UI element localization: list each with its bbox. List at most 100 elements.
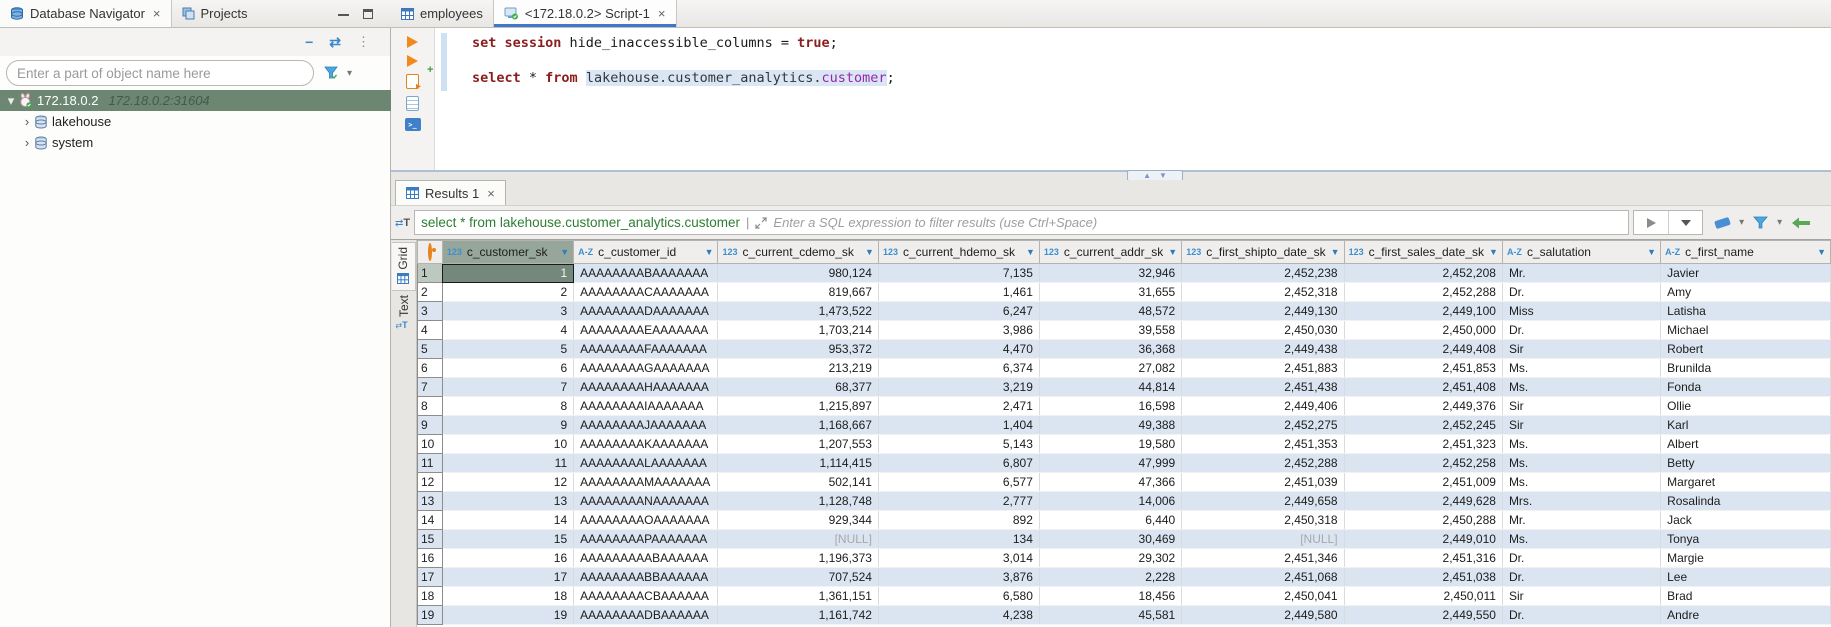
cell-c_current_cdemo_sk[interactable]: 1,473,522 bbox=[718, 302, 878, 321]
cell-c_first_shipto_date_sk[interactable]: 2,449,130 bbox=[1182, 302, 1344, 321]
row-number[interactable]: 8 bbox=[418, 397, 443, 416]
row-number[interactable]: 5 bbox=[418, 340, 443, 359]
tab-employees[interactable]: employees bbox=[391, 0, 493, 27]
cell-c_customer_sk[interactable]: 18 bbox=[442, 587, 573, 606]
cell-c_salutation[interactable]: Ms. bbox=[1502, 435, 1660, 454]
cell-c_first_shipto_date_sk[interactable]: 2,449,658 bbox=[1182, 492, 1344, 511]
cell-c_customer_sk[interactable]: 11 bbox=[442, 454, 573, 473]
column-filter-arrow-icon[interactable]: ▼ bbox=[560, 247, 569, 257]
cell-c_customer_id[interactable]: AAAAAAAABBAAAAAA bbox=[574, 568, 718, 587]
cell-c_first_shipto_date_sk[interactable]: 2,451,883 bbox=[1182, 359, 1344, 378]
cell-c_salutation[interactable]: Dr. bbox=[1502, 321, 1660, 340]
cell-c_current_hdemo_sk[interactable]: 4,238 bbox=[878, 606, 1039, 625]
cell-c_salutation[interactable]: Mr. bbox=[1502, 264, 1660, 283]
cell-c_current_addr_sk[interactable]: 49,388 bbox=[1039, 416, 1181, 435]
column-header-c_current_cdemo_sk[interactable]: 123c_current_cdemo_sk▼ bbox=[718, 241, 878, 264]
collapse-all-icon[interactable]: − bbox=[305, 35, 313, 49]
cell-c_first_shipto_date_sk[interactable]: 2,452,318 bbox=[1182, 283, 1344, 302]
cell-c_first_name[interactable]: Andre bbox=[1661, 606, 1831, 625]
tree-item-connection[interactable]: ▾ 172.18.0.2 172.18.0.2:31604 bbox=[0, 90, 391, 111]
tab-projects[interactable]: Projects bbox=[172, 0, 258, 27]
close-icon[interactable]: × bbox=[153, 6, 161, 21]
sql-console-icon[interactable]: >_ bbox=[405, 118, 421, 131]
cell-c_first_shipto_date_sk[interactable]: 2,450,041 bbox=[1182, 587, 1344, 606]
cell-c_first_sales_date_sk[interactable]: 2,451,408 bbox=[1344, 378, 1502, 397]
cell-c_customer_id[interactable]: AAAAAAAACAAAAAAA bbox=[574, 283, 718, 302]
cell-c_first_shipto_date_sk[interactable]: 2,451,346 bbox=[1182, 549, 1344, 568]
cell-c_first_shipto_date_sk[interactable]: 2,452,288 bbox=[1182, 454, 1344, 473]
row-number[interactable]: 15 bbox=[418, 530, 443, 549]
cell-c_current_cdemo_sk[interactable]: 1,361,151 bbox=[718, 587, 878, 606]
cell-c_current_hdemo_sk[interactable]: 6,577 bbox=[878, 473, 1039, 492]
cell-c_first_name[interactable]: Brunilda bbox=[1661, 359, 1831, 378]
cell-c_first_name[interactable]: Michael bbox=[1661, 321, 1831, 340]
cell-c_current_addr_sk[interactable]: 29,302 bbox=[1039, 549, 1181, 568]
column-header-c_customer_sk[interactable]: 123c_customer_sk▼ bbox=[442, 241, 573, 264]
cell-c_customer_sk[interactable]: 14 bbox=[442, 511, 573, 530]
cell-c_customer_id[interactable]: AAAAAAAACBAAAAAA bbox=[574, 587, 718, 606]
cell-c_current_addr_sk[interactable]: 16,598 bbox=[1039, 397, 1181, 416]
cell-c_current_hdemo_sk[interactable]: 6,374 bbox=[878, 359, 1039, 378]
close-icon[interactable]: × bbox=[487, 186, 495, 201]
cell-c_first_name[interactable]: Lee bbox=[1661, 568, 1831, 587]
cell-c_first_name[interactable]: Latisha bbox=[1661, 302, 1831, 321]
cell-c_salutation[interactable]: Sir bbox=[1502, 340, 1660, 359]
column-filter-arrow-icon[interactable]: ▼ bbox=[1026, 247, 1035, 257]
cell-c_customer_id[interactable]: AAAAAAAAIAAAAAAA bbox=[574, 397, 718, 416]
view-menu-icon[interactable]: ⋮ bbox=[357, 34, 370, 50]
column-header-c_first_name[interactable]: A-Zc_first_name▼ bbox=[1661, 241, 1831, 264]
column-filter-arrow-icon[interactable]: ▼ bbox=[1168, 247, 1177, 257]
cell-c_current_addr_sk[interactable]: 47,366 bbox=[1039, 473, 1181, 492]
cell-c_first_shipto_date_sk[interactable]: 2,450,318 bbox=[1182, 511, 1344, 530]
cell-c_customer_sk[interactable]: 2 bbox=[442, 283, 573, 302]
cell-c_customer_sk[interactable]: 7 bbox=[442, 378, 573, 397]
sql-editor[interactable]: + >_ set session hide_inaccessible_colum… bbox=[391, 28, 1831, 170]
link-with-editor-icon[interactable]: ⇄ bbox=[329, 35, 341, 49]
cell-c_first_shipto_date_sk[interactable]: 2,451,438 bbox=[1182, 378, 1344, 397]
row-number[interactable]: 17 bbox=[418, 568, 443, 587]
column-filter-arrow-icon[interactable]: ▼ bbox=[1331, 247, 1340, 257]
cell-c_current_addr_sk[interactable]: 48,572 bbox=[1039, 302, 1181, 321]
cell-c_first_name[interactable]: Ollie bbox=[1661, 397, 1831, 416]
cell-c_first_sales_date_sk[interactable]: 2,452,245 bbox=[1344, 416, 1502, 435]
filter-history-dropdown[interactable] bbox=[1668, 211, 1702, 234]
cell-c_first_name[interactable]: Betty bbox=[1661, 454, 1831, 473]
presentation-tab-grid[interactable]: Grid bbox=[392, 242, 416, 291]
row-number[interactable]: 12 bbox=[418, 473, 443, 492]
row-number[interactable]: 1 bbox=[418, 264, 443, 283]
cell-c_customer_id[interactable]: AAAAAAAAMAAAAAAA bbox=[574, 473, 718, 492]
cell-c_customer_id[interactable]: AAAAAAAAFAAAAAAA bbox=[574, 340, 718, 359]
row-number[interactable]: 11 bbox=[418, 454, 443, 473]
minimize-icon[interactable] bbox=[338, 12, 349, 16]
cell-c_first_shipto_date_sk[interactable]: 2,451,039 bbox=[1182, 473, 1344, 492]
cell-c_first_shipto_date_sk[interactable]: 2,449,406 bbox=[1182, 397, 1344, 416]
column-header-c_current_hdemo_sk[interactable]: 123c_current_hdemo_sk▼ bbox=[878, 241, 1039, 264]
presentation-tab-text[interactable]: Text ⇄T bbox=[392, 291, 416, 336]
cell-c_current_cdemo_sk[interactable]: 819,667 bbox=[718, 283, 878, 302]
collapse-down-icon[interactable]: ▼ bbox=[1159, 172, 1167, 180]
cell-c_first_sales_date_sk[interactable]: 2,452,208 bbox=[1344, 264, 1502, 283]
cell-c_current_cdemo_sk[interactable]: 213,219 bbox=[718, 359, 878, 378]
cell-c_first_sales_date_sk[interactable]: 2,451,316 bbox=[1344, 549, 1502, 568]
execute-script-icon[interactable] bbox=[406, 74, 419, 89]
filter-funnel-icon[interactable] bbox=[324, 66, 339, 80]
cell-c_salutation[interactable]: Mrs. bbox=[1502, 492, 1660, 511]
cell-c_current_cdemo_sk[interactable]: 1,207,553 bbox=[718, 435, 878, 454]
cell-c_current_cdemo_sk[interactable]: 953,372 bbox=[718, 340, 878, 359]
tab-results-1[interactable]: Results 1 × bbox=[395, 180, 506, 205]
cell-c_first_name[interactable]: Fonda bbox=[1661, 378, 1831, 397]
cell-c_current_hdemo_sk[interactable]: 7,135 bbox=[878, 264, 1039, 283]
cell-c_current_addr_sk[interactable]: 18,456 bbox=[1039, 587, 1181, 606]
row-number[interactable]: 7 bbox=[418, 378, 443, 397]
cell-c_current_cdemo_sk[interactable]: 1,168,667 bbox=[718, 416, 878, 435]
cell-c_current_addr_sk[interactable]: 32,946 bbox=[1039, 264, 1181, 283]
row-number[interactable]: 10 bbox=[418, 435, 443, 454]
cell-c_first_name[interactable]: Rosalinda bbox=[1661, 492, 1831, 511]
cell-c_customer_sk[interactable]: 19 bbox=[442, 606, 573, 625]
column-filter-arrow-icon[interactable]: ▼ bbox=[1489, 247, 1498, 257]
grid-scroll[interactable]: 123c_customer_sk▼A-Zc_customer_id▼123c_c… bbox=[417, 240, 1831, 627]
execute-statement-icon[interactable] bbox=[407, 36, 418, 48]
cell-c_current_hdemo_sk[interactable]: 2,471 bbox=[878, 397, 1039, 416]
collapse-twisty-icon[interactable]: › bbox=[20, 114, 34, 129]
cell-c_customer_id[interactable]: AAAAAAAAGAAAAAAA bbox=[574, 359, 718, 378]
